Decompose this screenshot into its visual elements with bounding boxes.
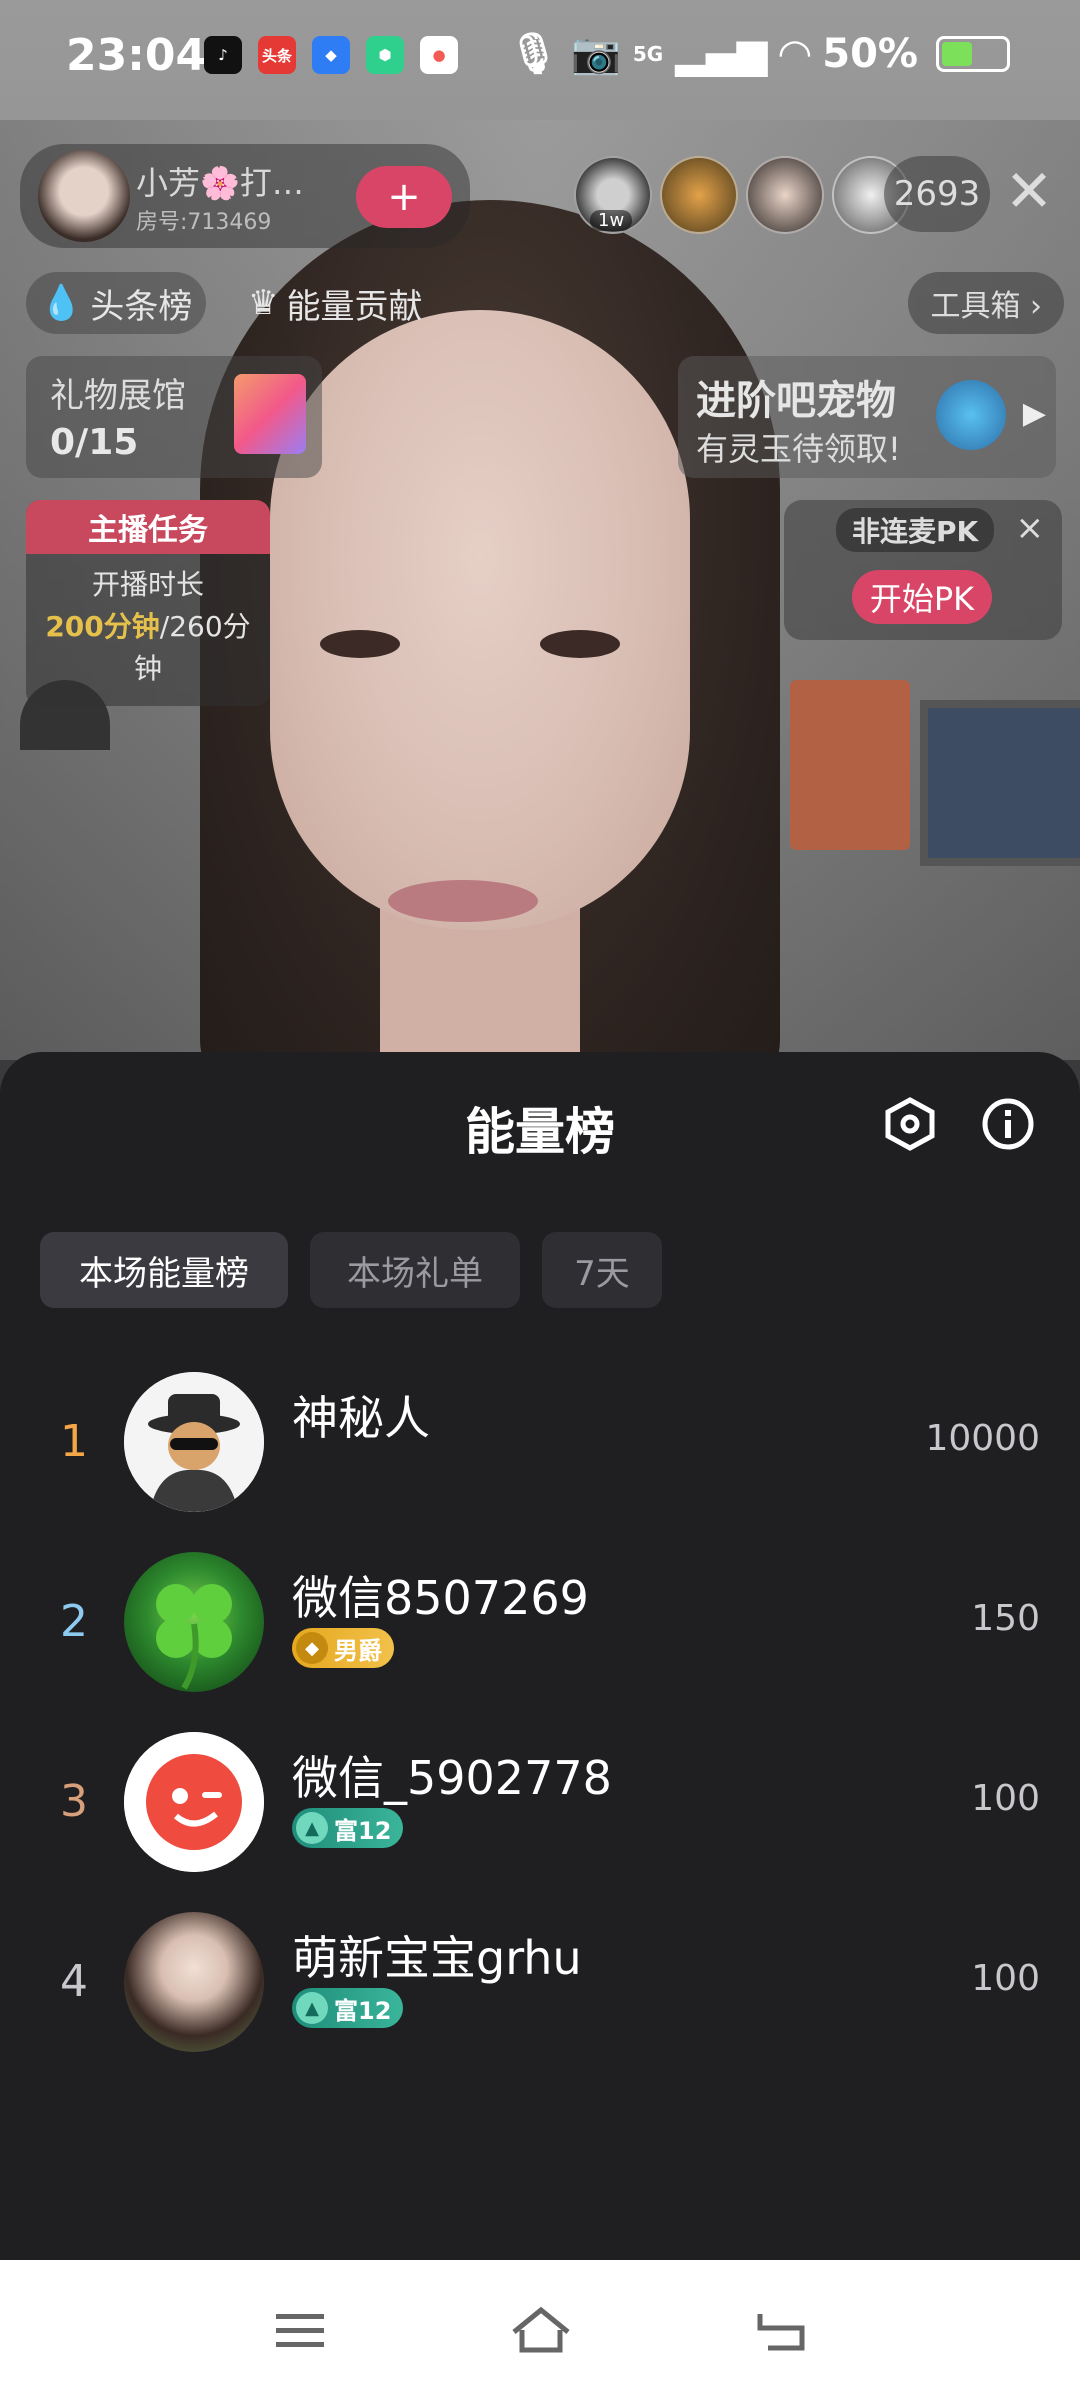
tab-session-energy[interactable]: 本场能量榜	[40, 1232, 288, 1308]
pet-banner-title: 进阶吧宠物	[696, 378, 896, 424]
user-avatar[interactable]	[124, 1912, 264, 2052]
start-pk-button[interactable]: 开始PK	[852, 570, 992, 624]
gift-box-icon	[234, 374, 306, 454]
host-room-number: 房号:713469	[136, 210, 272, 235]
gift-hall-count: 0/15	[50, 422, 139, 463]
streamer-face	[270, 310, 690, 930]
follow-button[interactable]: +	[356, 166, 452, 228]
wealth-badge-icon: ▲	[296, 1812, 328, 1844]
crown-icon: ♛	[248, 283, 279, 323]
status-right: 🎙 📷 5G ▂▄▆ ◠ 50%	[508, 30, 1010, 77]
signal-icon: ▂▄▆	[675, 30, 768, 77]
rank-number: 1	[60, 1416, 88, 1467]
close-icon[interactable]: ✕	[994, 156, 1064, 226]
rank-row[interactable]: 2 微信8507269 ◆ 男爵 150	[0, 1548, 1080, 1698]
rank-badge: ▲ 富12	[292, 1808, 404, 1848]
energy-score: 150	[971, 1598, 1040, 1639]
rank-badge: ▲ 富12	[292, 1988, 404, 2028]
badge-label: 富12	[334, 1996, 392, 2025]
gift-hall[interactable]: 礼物展馆 0/15	[26, 356, 322, 478]
user-avatar[interactable]	[124, 1732, 264, 1872]
energy-score: 10000	[925, 1418, 1040, 1459]
map-app-icon: ●	[420, 36, 458, 74]
host-task-label: 开播时长	[91, 568, 204, 601]
wall-frame	[920, 700, 1080, 866]
pet-banner[interactable]: 进阶吧宠物 有灵玉待领取! ▶	[678, 356, 1056, 478]
energy-score: 100	[971, 1778, 1040, 1819]
pet-icon	[936, 380, 1006, 450]
gift-hall-title: 礼物展馆	[50, 376, 186, 416]
status-bar: 23:04 ♪ 头条 ◆ ⬢ ● 🎙 📷 5G ▂▄▆ ◠ 50%	[0, 0, 1080, 116]
host-info[interactable]: 小芳🌸打… 房号:713469 +	[20, 144, 470, 248]
energy-contribution-chip[interactable]: ♛ 能量贡献	[234, 272, 436, 334]
badge-label: 男爵	[334, 1636, 382, 1665]
host-task-card[interactable]: 主播任务 开播时长 200分钟/260分钟	[26, 500, 270, 706]
status-time: 23:04	[66, 30, 207, 81]
settings-hex-icon[interactable]	[880, 1094, 940, 1154]
viewer-avatar[interactable]: 1w	[574, 156, 652, 234]
rank-row[interactable]: 3 微信_5902778 ▲ 富12 100	[0, 1728, 1080, 1878]
user-avatar[interactable]	[124, 1552, 264, 1692]
wifi-icon: ◠	[779, 30, 811, 77]
toutiao-icon: 头条	[258, 36, 296, 74]
pet-banner-subtitle: 有灵玉待领取!	[696, 430, 901, 468]
system-nav-bar	[0, 2260, 1080, 2400]
headline-rank-chip[interactable]: 💧 头条榜	[26, 272, 207, 334]
host-task-header: 主播任务	[26, 500, 270, 554]
headline-rank-label: 头条榜	[90, 286, 193, 327]
user-name: 神秘人	[292, 1391, 430, 1445]
app-icon: ◆	[312, 36, 350, 74]
info-icon[interactable]	[978, 1094, 1038, 1154]
tab-session-gifts[interactable]: 本场礼单	[310, 1232, 520, 1308]
user-name: 微信8507269	[292, 1571, 589, 1625]
viewer-count[interactable]: 2693	[884, 156, 990, 232]
badge-label: 富12	[334, 1816, 392, 1845]
rank-number: 2	[60, 1596, 88, 1647]
drop-icon: 💧	[40, 283, 83, 323]
plant-pot	[790, 680, 910, 850]
baron-badge-icon: ◆	[296, 1632, 328, 1664]
energy-contribution-label: 能量贡献	[286, 286, 423, 327]
pk-tag: 非连麦PK	[836, 508, 995, 552]
host-avatar[interactable]	[38, 150, 130, 242]
notification-icons: ♪ 头条 ◆ ⬢ ●	[204, 36, 458, 74]
menu-icon[interactable]	[266, 2300, 336, 2360]
user-avatar[interactable]	[124, 1372, 264, 1512]
back-icon[interactable]	[746, 2300, 816, 2360]
viewer-badge: 1w	[590, 210, 633, 231]
viewer-avatar[interactable]	[660, 156, 738, 234]
rank-row[interactable]: 1 神秘人 10000	[0, 1368, 1080, 1518]
mic-icon: 🎙	[508, 31, 560, 77]
viewer-avatars[interactable]: 1w	[574, 156, 910, 234]
host-name: 小芳🌸打…	[136, 164, 304, 202]
host-task-progress-done: 200分钟	[45, 610, 160, 643]
rank-number: 3	[60, 1776, 88, 1827]
network-label: 5G	[632, 41, 664, 66]
energy-rank-sheet: 能量榜 本场能量榜 本场礼单 7天 1 神秘人 10000 2 微信850726…	[0, 1052, 1080, 2260]
play-arrow-icon: ▶	[1022, 396, 1046, 431]
rank-badge: ◆ 男爵	[292, 1628, 394, 1668]
battery-icon	[936, 35, 1010, 72]
home-icon[interactable]	[506, 2300, 576, 2360]
pk-close-icon[interactable]: ×	[1016, 508, 1045, 548]
wealth-badge-icon: ▲	[296, 1992, 328, 2024]
user-name: 微信_5902778	[292, 1751, 612, 1805]
streamer-eye-right	[540, 630, 620, 658]
camera-icon: 📷	[571, 31, 621, 77]
streamer-lips	[388, 880, 538, 922]
energy-score: 100	[971, 1958, 1040, 1999]
douyin-icon: ♪	[204, 36, 242, 74]
viewer-avatar[interactable]	[746, 156, 824, 234]
battery-percent: 50%	[822, 30, 918, 77]
pk-card: 非连麦PK × 开始PK	[784, 500, 1062, 640]
tab-7-days[interactable]: 7天	[542, 1232, 662, 1308]
streamer-eye-left	[320, 630, 400, 658]
rank-row[interactable]: 4 萌新宝宝grhu ▲ 富12 100	[0, 1908, 1080, 2058]
toolbox-button[interactable]: 工具箱 ›	[908, 272, 1064, 334]
cube-app-icon: ⬢	[366, 36, 404, 74]
user-name: 萌新宝宝grhu	[292, 1931, 582, 1985]
rank-number: 4	[60, 1956, 88, 2007]
